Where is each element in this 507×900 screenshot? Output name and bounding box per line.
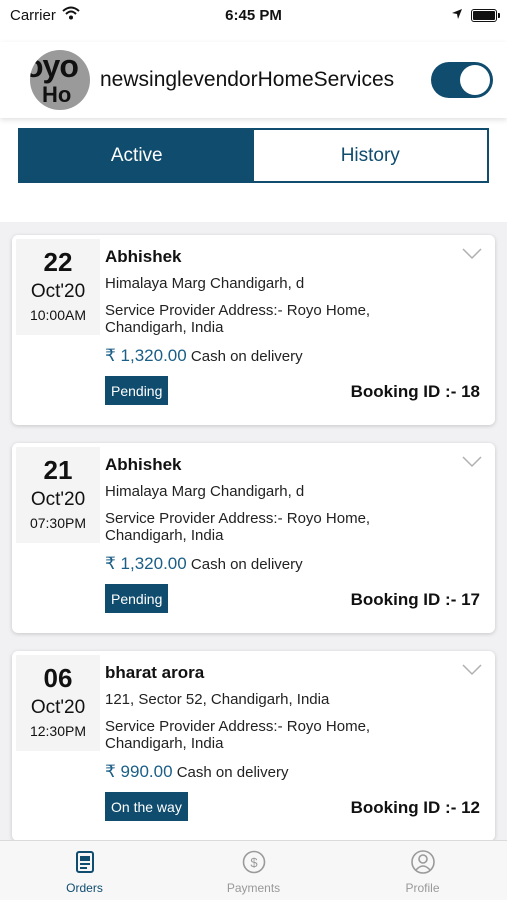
order-payment: ₹ 990.00 Cash on delivery [105, 762, 288, 782]
order-day: 22 [43, 247, 73, 277]
order-date: 22 Oct'20 10:00AM [16, 239, 100, 335]
sp-address-line1: Service Provider Address:- Royo Home, [105, 718, 371, 735]
bottom-tab-bar: Orders $ Payments Profile [0, 840, 507, 900]
vendor-logo[interactable]: oyo Ho [30, 50, 90, 110]
payment-method: Cash on delivery [176, 764, 289, 781]
carrier-label: Carrier [10, 6, 56, 24]
sp-address-line2: Chandigarh, India [105, 319, 224, 336]
tab-profile[interactable]: Profile [338, 841, 507, 900]
chevron-down-icon[interactable] [461, 245, 483, 261]
tab-orders-label: Orders [66, 881, 103, 895]
availability-toggle[interactable] [431, 62, 493, 98]
battery-icon [471, 8, 500, 22]
status-left: Carrier [10, 6, 80, 24]
service-provider-address: Service Provider Address:- Royo Home, Ch… [105, 718, 435, 752]
order-day: 06 [43, 663, 73, 693]
status-badge: Pending [105, 376, 169, 405]
status-badge: Pending [105, 584, 169, 613]
booking-id: Booking ID :- 12 [350, 798, 480, 817]
tab-profile-label: Profile [405, 881, 440, 895]
order-month: Oct'20 [30, 697, 86, 718]
order-card[interactable]: 06 Oct'20 12:30PM bharat arora 121, Sect… [12, 651, 495, 840]
chevron-down-icon[interactable] [461, 453, 483, 469]
order-payment: ₹ 1,320.00 Cash on delivery [105, 346, 303, 366]
sp-address-line1: Service Provider Address:- Royo Home, [105, 510, 371, 527]
tab-orders[interactable]: Orders [0, 841, 169, 900]
sp-address-line2: Chandigarh, India [105, 527, 224, 544]
booking-id: Booking ID :- 17 [350, 590, 480, 609]
customer-address: 121, Sector 52, Chandigarh, India [105, 691, 330, 708]
wifi-icon [62, 6, 80, 24]
toggle-knob [460, 65, 490, 95]
order-date: 06 Oct'20 12:30PM [16, 655, 100, 751]
tab-payments[interactable]: $ Payments [169, 841, 338, 900]
sp-address-line1: Service Provider Address:- Royo Home, [105, 302, 371, 319]
orders-segmented-control: Active History [18, 128, 489, 183]
app-title: newsinglevendorHomeServices [100, 68, 395, 91]
logo-text-top: oyo [30, 50, 79, 84]
customer-address: Himalaya Marg Chandigarh, d [105, 275, 305, 292]
status-badge: On the way [105, 792, 188, 821]
payments-icon: $ [242, 850, 265, 874]
customer-name: Abhishek [105, 455, 182, 474]
order-time: 07:30PM [29, 515, 87, 531]
order-month: Oct'20 [30, 489, 86, 510]
order-price: ₹ 1,320.00 [105, 346, 187, 365]
app-header: oyo Ho newsinglevendorHomeServices [0, 42, 507, 118]
orders-icon [75, 851, 94, 873]
tab-payments-label: Payments [226, 881, 281, 895]
status-right [451, 7, 500, 24]
order-card[interactable]: 21 Oct'20 07:30PM Abhishek Himalaya Marg… [12, 443, 495, 633]
status-bar: Carrier 6:45 PM [0, 0, 507, 30]
payment-method: Cash on delivery [190, 348, 303, 365]
customer-address: Himalaya Marg Chandigarh, d [105, 483, 305, 500]
service-provider-address: Service Provider Address:- Royo Home, Ch… [105, 302, 435, 336]
payment-method: Cash on delivery [190, 556, 303, 573]
order-payment: ₹ 1,320.00 Cash on delivery [105, 554, 303, 574]
order-time: 10:00AM [29, 307, 87, 323]
orders-list[interactable]: 22 Oct'20 10:00AM Abhishek Himalaya Marg… [0, 222, 507, 840]
tab-active[interactable]: Active [20, 130, 254, 181]
order-month: Oct'20 [30, 281, 86, 302]
location-arrow-icon [451, 7, 463, 24]
booking-id: Booking ID :- 18 [350, 382, 480, 401]
order-card[interactable]: 22 Oct'20 10:00AM Abhishek Himalaya Marg… [12, 235, 495, 425]
chevron-down-icon[interactable] [461, 661, 483, 677]
order-price: ₹ 990.00 [105, 762, 173, 781]
order-time: 12:30PM [29, 723, 87, 739]
customer-name: Abhishek [105, 247, 182, 266]
order-price: ₹ 1,320.00 [105, 554, 187, 573]
svg-text:$: $ [250, 855, 258, 870]
service-provider-address: Service Provider Address:- Royo Home, Ch… [105, 510, 435, 544]
order-date: 21 Oct'20 07:30PM [16, 447, 100, 543]
customer-name: bharat arora [105, 663, 205, 682]
order-day: 21 [43, 455, 73, 485]
logo-text-bottom: Ho [42, 82, 72, 107]
sp-address-line2: Chandigarh, India [105, 735, 224, 752]
tab-history[interactable]: History [253, 130, 487, 181]
profile-icon [410, 850, 435, 874]
